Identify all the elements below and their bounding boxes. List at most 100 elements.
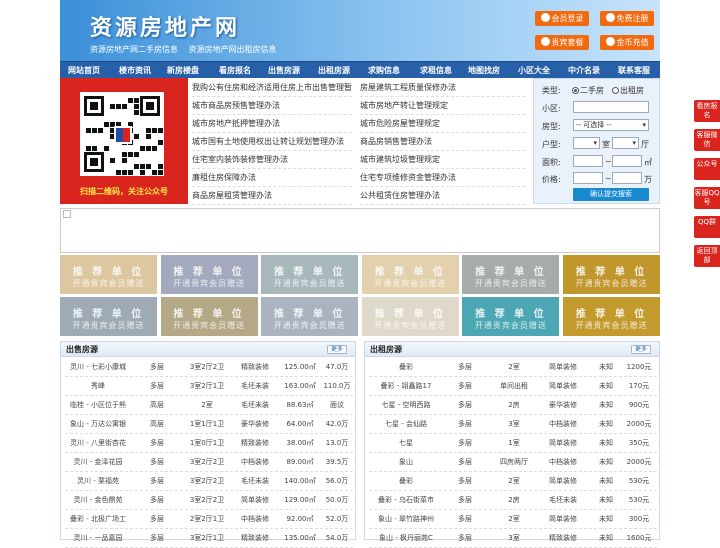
recommend-tile[interactable]: 推 荐 单 位开通贵宾会员赠送 bbox=[160, 255, 258, 294]
nav-item[interactable]: 新房楼盘 bbox=[167, 62, 199, 79]
nav-item[interactable]: 求购信息 bbox=[368, 62, 400, 79]
cell-layout: 2室 bbox=[508, 515, 520, 523]
hall-select[interactable]: ▾ bbox=[612, 137, 639, 149]
side-button[interactable]: QQ群 bbox=[694, 216, 720, 238]
table-row[interactable]: 七星 多层 1室 简单装修 未知 350元 bbox=[369, 434, 657, 453]
cell-community: 叠彩 - 翊鑫路17 bbox=[380, 382, 432, 390]
nav-item[interactable]: 看房报名 bbox=[219, 62, 251, 79]
table-row[interactable]: 象山 - 翠竹路神州 多层 2室 简单装修 未知 300元 bbox=[369, 510, 657, 529]
cell-price: 2000元 bbox=[626, 458, 652, 466]
table-row[interactable]: 临桂 - 小区位于熊 高层 2室 毛坯未装 88.63㎡ 面议 bbox=[65, 396, 353, 415]
price-to-input[interactable] bbox=[612, 172, 642, 184]
table-row[interactable]: 灵川 - 一品嘉园 多层 3室2厅1卫 精致装修 135.00㎡ 54.0万 bbox=[65, 529, 353, 548]
table-row[interactable]: 灵川 - 栗福苑 多层 3室2厅2卫 毛坯未装 140.00㎡ 56.0万 bbox=[65, 472, 353, 491]
policy-link[interactable]: 住宅专项维修资金管理办法 bbox=[360, 169, 525, 187]
nav-item[interactable]: 地图找房 bbox=[468, 62, 500, 79]
policy-link[interactable]: 住宅室内装饰装修管理办法 bbox=[192, 151, 352, 169]
side-button[interactable]: 公众号 bbox=[694, 158, 720, 180]
nav-item[interactable]: 求租信息 bbox=[420, 62, 452, 79]
recommend-tile[interactable]: 推 荐 单 位开通贵宾会员赠送 bbox=[160, 297, 258, 336]
table-row[interactable]: 七星 - 会仙路 多层 3室 中档装修 未知 2000元 bbox=[369, 415, 657, 434]
community-input[interactable] bbox=[573, 101, 649, 113]
policy-link[interactable]: 城市房地产转让管理规定 bbox=[360, 97, 525, 115]
table-row[interactable]: 叠彩 - 翊鑫路17 多层 单间出租 简单装修 未知 170元 bbox=[369, 377, 657, 396]
nav-item[interactable]: 出租房源 bbox=[318, 62, 350, 79]
house-type-select[interactable]: -- 可选择 -- ▾ bbox=[573, 119, 649, 131]
policy-link[interactable]: 商品房销售管理办法 bbox=[360, 133, 525, 151]
vip-package-button[interactable]: 贵宾套餐 bbox=[535, 35, 589, 50]
recommend-tile[interactable]: 推 荐 单 位开通贵宾会员赠送 bbox=[361, 255, 459, 294]
price-from-input[interactable] bbox=[573, 172, 603, 184]
table-row[interactable]: 叠彩 多层 2室 简单装修 未知 530元 bbox=[369, 472, 657, 491]
tagline-rental[interactable]: 资源房地产网出租房信息 bbox=[189, 45, 277, 54]
area-from-input[interactable] bbox=[573, 155, 603, 167]
qr-module bbox=[122, 152, 127, 157]
tagline-secondhand[interactable]: 资源房地产网二手房信息 bbox=[90, 45, 178, 54]
table-row[interactable]: 象山 - 枫丹丽苑C 多层 3室 精致装修 未知 1600元 bbox=[369, 529, 657, 548]
policy-link[interactable]: 我购公有住房和经济适用住房上市出售管理暂 bbox=[192, 79, 352, 97]
recommend-tile[interactable]: 推 荐 单 位开通贵宾会员赠送 bbox=[361, 297, 459, 336]
recommend-tile[interactable]: 推 荐 单 位开通贵宾会员赠送 bbox=[563, 297, 660, 336]
side-button[interactable]: 看房报名 bbox=[694, 100, 720, 122]
cell-area: 89.00㎡ bbox=[286, 458, 314, 466]
side-button[interactable]: 客服微信 bbox=[694, 129, 720, 151]
cell-layout: 1室1厅1卫 bbox=[189, 420, 225, 428]
table-row[interactable]: 叠彩 多层 2室 简单装修 未知 1200元 bbox=[369, 358, 657, 377]
cell-area: 125.00㎡ bbox=[284, 363, 316, 371]
recommend-tile[interactable]: 推 荐 单 位开通贵宾会员赠送 bbox=[563, 255, 660, 294]
ad-banner[interactable] bbox=[60, 208, 660, 253]
room-select[interactable]: ▾ bbox=[573, 137, 600, 149]
coin-recharge-button[interactable]: 金币充值 bbox=[600, 35, 654, 50]
table-row[interactable]: 灵川 - 八里街杏花 多层 1室0厅1卫 精致装修 38.00㎡ 13.0万 bbox=[65, 434, 353, 453]
policy-link[interactable]: 城市国有土地使用权出让转让规划管理办法 bbox=[192, 133, 352, 151]
policy-link[interactable]: 廉租住房保障办法 bbox=[192, 169, 352, 187]
policy-link[interactable]: 房屋建筑工程质量保修办法 bbox=[360, 79, 525, 97]
policy-link[interactable]: 城市建筑垃圾管理规定 bbox=[360, 151, 525, 169]
policy-link[interactable]: 城市商品房预售管理办法 bbox=[192, 97, 352, 115]
policy-link[interactable]: 商品房屋租赁管理办法 bbox=[192, 187, 352, 205]
table-row[interactable]: 叠彩 - 乌石街菜市 多层 2房 毛坯未装 未知 530元 bbox=[369, 491, 657, 510]
qr-module bbox=[152, 128, 157, 133]
table-row[interactable]: 灵川 - 七彩小康城 多层 3室2厅2卫 精致装修 125.00㎡ 47.0万 bbox=[65, 358, 353, 377]
table-row[interactable]: 象山 - 万达公寓银 高层 1室1厅1卫 豪华装修 64.00㎡ 42.0万 bbox=[65, 415, 353, 434]
recommend-tile[interactable]: 推 荐 单 位开通贵宾会员赠送 bbox=[261, 255, 359, 294]
table-row[interactable]: 七星 - 空明西路 多层 2房 豪华装修 未知 900元 bbox=[369, 396, 657, 415]
table-row[interactable]: 秀峰 多层 3室2厅1卫 毛坯未装 163.00㎡ 110.0万 bbox=[65, 377, 353, 396]
recommend-tile[interactable]: 推 荐 单 位开通贵宾会员赠送 bbox=[60, 297, 157, 336]
side-button[interactable]: 返回顶部 bbox=[694, 245, 720, 267]
nav-item[interactable]: 网站首页 bbox=[68, 62, 100, 79]
register-button[interactable]: 免费注册 bbox=[600, 11, 654, 26]
tile-heading: 推 荐 单 位 bbox=[273, 267, 346, 278]
table-row[interactable]: 灵川 - 金色鼎苑 多层 3室2厅2卫 简单装修 129.00㎡ 50.0万 bbox=[65, 491, 353, 510]
search-submit-button[interactable]: 确认提交搜索 bbox=[573, 188, 649, 201]
qr-module bbox=[158, 128, 163, 133]
table-row[interactable]: 灵川 - 金泽花园 多层 3室2厅2卫 中档装修 89.00㎡ 39.5万 bbox=[65, 453, 353, 472]
table-row[interactable]: 象山 多层 四房两厅 中档装修 未知 2000元 bbox=[369, 453, 657, 472]
rent-more-link[interactable]: 更多 bbox=[630, 345, 651, 354]
cell-community: 临桂 - 小区位于熊 bbox=[70, 401, 126, 409]
member-login-button[interactable]: 会员登录 bbox=[535, 11, 589, 26]
policy-link[interactable]: 公共租赁住房管理办法 bbox=[360, 187, 525, 205]
price-dash: ~ bbox=[605, 174, 612, 183]
side-button[interactable]: 客服QQ号 bbox=[694, 187, 720, 209]
nav-item[interactable]: 楼市资讯 bbox=[119, 62, 151, 79]
site-logo[interactable]: 资源房地产网 bbox=[90, 10, 240, 42]
recommend-tile[interactable]: 推 荐 单 位开通贵宾会员赠送 bbox=[261, 297, 359, 336]
cell-floor: 多层 bbox=[150, 458, 164, 466]
nav-item[interactable]: 中介名录 bbox=[568, 62, 600, 79]
type-secondhand-radio[interactable]: 二手房 bbox=[572, 85, 604, 96]
policy-link[interactable]: 城市房地产抵押管理办法 bbox=[192, 115, 352, 133]
nav-item[interactable]: 联系客服 bbox=[618, 62, 650, 79]
policy-link[interactable]: 城市危险房屋管理规定 bbox=[360, 115, 525, 133]
recommend-tile[interactable]: 推 荐 单 位开通贵宾会员赠送 bbox=[462, 255, 560, 294]
sell-more-link[interactable]: 更多 bbox=[326, 345, 347, 354]
qr-module bbox=[128, 170, 133, 175]
qr-module bbox=[104, 146, 109, 151]
table-row[interactable]: 叠彩 - 北极广场工 多层 2室2厅1卫 中档装修 92.00㎡ 52.0万 bbox=[65, 510, 353, 529]
area-to-input[interactable] bbox=[612, 155, 642, 167]
nav-item[interactable]: 出售房源 bbox=[268, 62, 300, 79]
nav-item[interactable]: 小区大全 bbox=[518, 62, 550, 79]
recommend-tile[interactable]: 推 荐 单 位开通贵宾会员赠送 bbox=[462, 297, 560, 336]
type-rental-radio[interactable]: 出租房 bbox=[612, 85, 644, 96]
recommend-tile[interactable]: 推 荐 单 位开通贵宾会员赠送 bbox=[60, 255, 157, 294]
